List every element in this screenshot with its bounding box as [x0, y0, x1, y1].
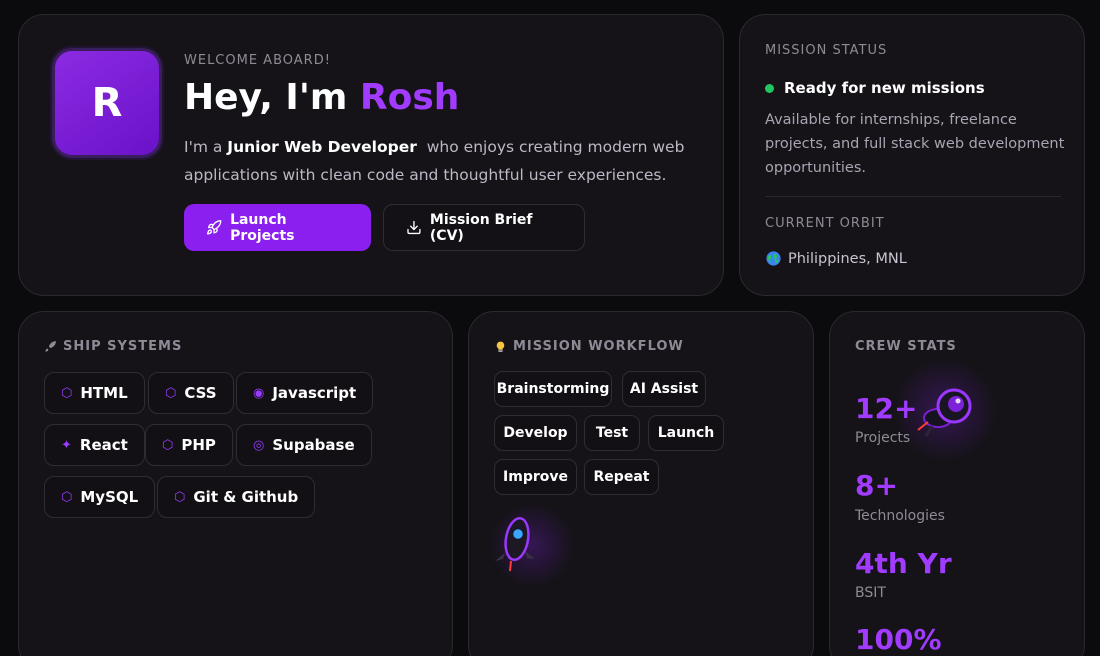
tech-chip-mysql[interactable]: ⬡ MySQL	[44, 476, 156, 518]
launch-projects-label: Launch Projects	[230, 211, 295, 244]
tech-chip-react[interactable]: ✦ React	[44, 424, 145, 466]
stat-value: 4th Yr	[855, 547, 952, 580]
stat-label: BSIT	[855, 585, 886, 601]
stat-label: Projects	[855, 430, 911, 446]
tech-label: React	[79, 436, 128, 454]
tech-chip-css[interactable]: ⬡ CSS	[148, 372, 234, 414]
tech-label: Supabase	[272, 436, 355, 454]
status-dot-icon	[765, 83, 774, 93]
tech-label: Git & Github	[193, 488, 299, 506]
divider	[765, 196, 1061, 197]
sparkle-icon: ✦	[61, 437, 72, 453]
astronaut-icon	[917, 388, 972, 437]
mission-workflow-card: MISSION WORKFLOW Brainstorming AI Assist…	[468, 311, 814, 656]
hexagon-icon: ⬡	[165, 385, 177, 401]
rocket-icon	[207, 220, 222, 235]
rocket-icon	[495, 516, 535, 572]
stat-value: 8+	[855, 469, 898, 502]
stat-value: 12+	[855, 392, 918, 425]
title-name: Rosh	[359, 77, 460, 118]
welcome-eyebrow: WELCOME ABOARD!	[184, 53, 331, 68]
tech-chip-php[interactable]: ⬡ PHP	[145, 424, 233, 466]
tech-label: HTML	[80, 384, 128, 402]
mission-brief-label: Mission Brief (CV)	[429, 211, 533, 244]
ring-icon: ◎	[253, 437, 265, 453]
tech-chip-javascript[interactable]: ◉ Javascript	[236, 372, 374, 414]
avatar: R	[52, 48, 162, 158]
workflow-step[interactable]: Develop	[494, 415, 577, 451]
tech-label: Javascript	[272, 384, 357, 402]
workflow-step[interactable]: Brainstorming	[494, 371, 612, 407]
tech-chip-supabase[interactable]: ◎ Supabase	[236, 424, 372, 466]
ready-status: Ready for new missions	[765, 79, 985, 97]
desc-prefix: I'm a	[184, 138, 228, 156]
mission-workflow-title: MISSION WORKFLOW	[494, 339, 684, 354]
crew-stats-title: CREW STATS	[855, 339, 957, 354]
crew-stats-card: CREW STATS 12+ Projects 8+ Technologies …	[829, 311, 1085, 656]
mission-status-title: MISSION STATUS	[765, 43, 888, 58]
current-orbit-title: CURRENT ORBIT	[765, 216, 885, 231]
location-text: Philippines, MNL	[788, 250, 907, 267]
hexagon-icon: ⬡	[174, 489, 186, 505]
workflow-step[interactable]: Test	[584, 415, 640, 451]
mission-brief-button[interactable]: Mission Brief (CV)	[383, 204, 585, 251]
hexagon-icon: ⬡	[61, 489, 73, 505]
hero-card: R WELCOME ABOARD! Hey, I'm Rosh I'm a Ju…	[18, 14, 724, 296]
stat-value: 100%	[855, 623, 942, 656]
workflow-step[interactable]: AI Assist	[622, 371, 706, 407]
mission-workflow-label: MISSION WORKFLOW	[513, 339, 684, 354]
tech-label: MySQL	[80, 488, 139, 506]
title-prefix: Hey, I'm	[184, 77, 360, 118]
ship-systems-title: SHIP SYSTEMS	[44, 339, 182, 354]
desc-role: Junior Web Developer	[227, 138, 417, 156]
tech-chip-git-github[interactable]: ⬡ Git & Github	[157, 476, 316, 518]
hexagon-icon: ⬡	[61, 385, 73, 401]
tech-label: PHP	[181, 436, 216, 454]
hero-description: I'm a Junior Web Developer who enjoys cr…	[184, 133, 704, 189]
stat-label: Technologies	[855, 508, 945, 524]
avatar-letter: R	[91, 80, 123, 126]
tech-label: CSS	[184, 384, 217, 402]
rocket-icon	[45, 341, 56, 352]
ready-text: Ready for new missions	[784, 79, 985, 97]
download-icon	[407, 220, 421, 235]
workflow-step[interactable]: Launch	[648, 415, 724, 451]
lightbulb-icon	[496, 341, 505, 352]
page-title: Hey, I'm Rosh	[184, 77, 459, 118]
target-icon: ◉	[253, 385, 265, 401]
globe-icon	[766, 251, 781, 266]
ship-systems-label: SHIP SYSTEMS	[63, 339, 183, 354]
mission-status-card: MISSION STATUS Ready for new missions Av…	[739, 14, 1085, 296]
workflow-step[interactable]: Improve	[494, 459, 577, 495]
tech-chip-html[interactable]: ⬡ HTML	[44, 372, 145, 414]
hexagon-icon: ⬡	[162, 437, 174, 453]
availability-text: Available for internships, freelance pro…	[765, 112, 1065, 176]
launch-projects-button[interactable]: Launch Projects	[184, 204, 371, 251]
ship-systems-card: SHIP SYSTEMS ⬡ HTML ⬡ CSS ◉ Javascript ✦ Rea…	[18, 311, 453, 656]
workflow-step[interactable]: Repeat	[584, 459, 659, 495]
location: Philippines, MNL	[765, 250, 907, 267]
